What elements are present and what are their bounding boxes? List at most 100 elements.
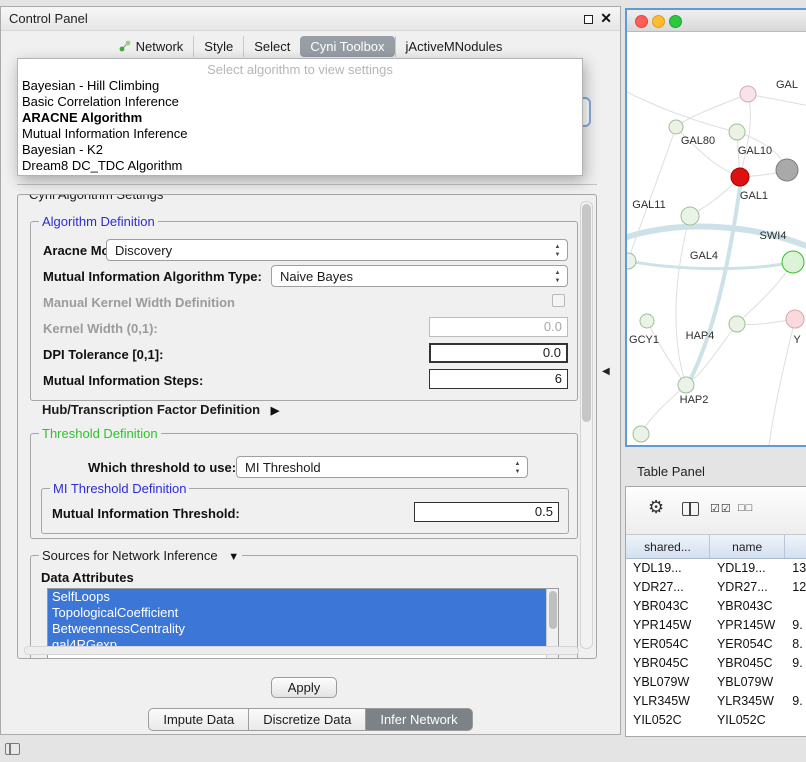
splitter-collapse-icon[interactable]: ◀ bbox=[602, 366, 610, 377]
segment-label: Impute Data bbox=[163, 712, 234, 727]
table-cell: YBR045C bbox=[710, 654, 785, 673]
algorithm-option[interactable]: ARACNE Algorithm bbox=[18, 110, 582, 126]
hub-tf-label: Hub/Transcription Factor Definition bbox=[42, 402, 260, 417]
network-node[interactable] bbox=[782, 251, 804, 273]
column-header-name[interactable]: name bbox=[710, 535, 785, 558]
tab-infer-network[interactable]: Infer Network bbox=[366, 708, 472, 731]
sources-title-row[interactable]: Sources for Network Inference ▼ bbox=[39, 548, 242, 563]
settings-scrollbar[interactable] bbox=[580, 201, 593, 649]
tab-select[interactable]: Select bbox=[243, 36, 300, 57]
hub-tf-definition-toggle[interactable]: Hub/Transcription Factor Definition ▶ bbox=[42, 402, 279, 417]
float-window-icon[interactable] bbox=[584, 15, 593, 24]
mi-steps-field[interactable]: 6 bbox=[429, 369, 568, 389]
which-threshold-select[interactable]: MI Threshold bbox=[236, 456, 528, 478]
columns-icon[interactable] bbox=[682, 502, 699, 516]
column-header-extra[interactable] bbox=[785, 535, 806, 558]
apply-button[interactable]: Apply bbox=[271, 677, 337, 698]
algorithm-option[interactable]: Bayesian - Hill Climbing bbox=[18, 78, 582, 94]
network-edge bbox=[690, 177, 740, 216]
table-cell bbox=[785, 597, 806, 616]
network-node[interactable] bbox=[740, 86, 756, 102]
network-tab-icon bbox=[119, 40, 131, 52]
network-node-label: GAL bbox=[776, 79, 798, 91]
mac-zoom-icon[interactable] bbox=[669, 15, 682, 28]
table-cell: 8. bbox=[785, 635, 806, 654]
network-node[interactable] bbox=[776, 159, 798, 181]
table-row[interactable]: YBR045CYBR045C9. bbox=[626, 654, 806, 673]
column-header-shared[interactable]: shared... bbox=[626, 535, 710, 558]
network-node[interactable] bbox=[678, 377, 694, 393]
tab-jactivemnodules[interactable]: jActiveMNodules bbox=[395, 36, 513, 57]
kernel-width-label: Kernel Width (0,1): bbox=[43, 321, 158, 336]
unchecked-boxes-icon[interactable]: □□ bbox=[738, 502, 753, 514]
tab-style[interactable]: Style bbox=[193, 36, 243, 57]
aracne-mode-select[interactable]: Discovery bbox=[106, 239, 568, 261]
network-node-label: GAL10 bbox=[738, 145, 772, 157]
table-row[interactable]: YIL052CYIL052C bbox=[626, 711, 806, 730]
network-node[interactable] bbox=[669, 120, 683, 134]
network-edge bbox=[737, 262, 793, 324]
network-node[interactable] bbox=[627, 253, 636, 269]
table-cell: YIL052C bbox=[710, 711, 785, 730]
mac-close-icon[interactable] bbox=[635, 15, 648, 28]
mi-threshold-group: MI Threshold Definition Mutual Informati… bbox=[41, 488, 569, 534]
which-threshold-label: Which threshold to use: bbox=[88, 460, 236, 475]
tab-network[interactable]: Network bbox=[109, 36, 194, 57]
table-cell: YBL079W bbox=[710, 673, 785, 692]
algorithm-option[interactable]: Mutual Information Inference bbox=[18, 126, 582, 142]
table-row[interactable]: YLR345WYLR345W9. bbox=[626, 692, 806, 711]
dpi-tolerance-label: DPI Tolerance [0,1]: bbox=[43, 347, 163, 362]
window-title: Control Panel bbox=[9, 11, 88, 26]
algorithm-option[interactable]: Bayesian - K2 bbox=[18, 142, 582, 158]
table-row[interactable]: YDL19...YDL19...13 bbox=[626, 559, 806, 578]
network-canvas[interactable]: GALGAL80GAL10GAL11GAL1SWI4GAL4GCY1HAP4YH… bbox=[627, 32, 806, 445]
mi-type-value: Naive Bayes bbox=[280, 269, 353, 284]
close-icon[interactable]: ✕ bbox=[600, 10, 612, 27]
mi-type-select[interactable]: Naive Bayes bbox=[271, 265, 568, 287]
gear-icon[interactable]: ⚙ bbox=[648, 497, 664, 518]
mac-minimize-icon[interactable] bbox=[652, 15, 665, 28]
network-node[interactable] bbox=[729, 124, 745, 140]
network-node[interactable] bbox=[786, 310, 804, 328]
data-attribute-item[interactable]: TopologicalCoefficient bbox=[48, 605, 558, 621]
tab-impute-data[interactable]: Impute Data bbox=[148, 708, 249, 731]
table-cell bbox=[785, 673, 806, 692]
mi-threshold-field[interactable]: 0.5 bbox=[414, 502, 559, 522]
kernel-width-field[interactable]: 0.0 bbox=[429, 317, 568, 337]
mi-threshold-label: Mutual Information Threshold: bbox=[52, 506, 240, 521]
data-attribute-item[interactable]: BetweennessCentrality bbox=[48, 621, 558, 637]
network-edge bbox=[676, 216, 690, 385]
network-node[interactable] bbox=[681, 207, 699, 225]
algorithm-option[interactable]: Dream8 DC_TDC Algorithm bbox=[18, 158, 582, 174]
network-edge bbox=[748, 94, 806, 106]
network-node[interactable] bbox=[633, 426, 649, 442]
segment-label: Infer Network bbox=[380, 712, 457, 727]
table-cell: YBR045C bbox=[626, 654, 710, 673]
checked-boxes-icon[interactable]: ☑☑ bbox=[710, 502, 732, 515]
settings-scrollbar-thumb[interactable] bbox=[582, 204, 591, 422]
table-row[interactable]: YPR145WYPR145W9. bbox=[626, 616, 806, 635]
tab-label: Cyni Toolbox bbox=[310, 39, 384, 54]
network-node[interactable] bbox=[731, 168, 749, 186]
tab-discretize-data[interactable]: Discretize Data bbox=[249, 708, 366, 731]
network-view-window: GALGAL80GAL10GAL11GAL1SWI4GAL4GCY1HAP4YH… bbox=[625, 8, 806, 447]
control-panel-tabbar: Network Style Select Cyni Toolbox jActiv… bbox=[1, 34, 620, 58]
table-row[interactable]: YBR043CYBR043C bbox=[626, 597, 806, 616]
show-panel-icon[interactable] bbox=[5, 743, 20, 755]
manual-kernel-checkbox[interactable] bbox=[552, 294, 565, 307]
algorithm-option[interactable]: Basic Correlation Inference bbox=[18, 94, 582, 110]
data-attribute-item[interactable]: SelfLoops bbox=[48, 589, 558, 605]
settings-horizontal-scrollbar[interactable] bbox=[24, 646, 579, 655]
attributes-scrollbar-thumb[interactable] bbox=[549, 591, 557, 629]
dpi-tolerance-field[interactable]: 0.0 bbox=[429, 343, 568, 363]
network-node[interactable] bbox=[729, 316, 745, 332]
aracne-mode-value: Discovery bbox=[115, 243, 172, 258]
network-node[interactable] bbox=[640, 314, 654, 328]
table-row[interactable]: YBL079WYBL079W bbox=[626, 673, 806, 692]
network-node-label: GAL80 bbox=[681, 135, 715, 147]
table-row[interactable]: YDR27...YDR27...12 bbox=[626, 578, 806, 597]
algorithm-option-list: Bayesian - Hill ClimbingBasic Correlatio… bbox=[18, 78, 582, 174]
table-header: shared... name bbox=[626, 535, 806, 559]
table-row[interactable]: YER054CYER054C8. bbox=[626, 635, 806, 654]
tab-cyni-toolbox[interactable]: Cyni Toolbox bbox=[300, 36, 394, 57]
